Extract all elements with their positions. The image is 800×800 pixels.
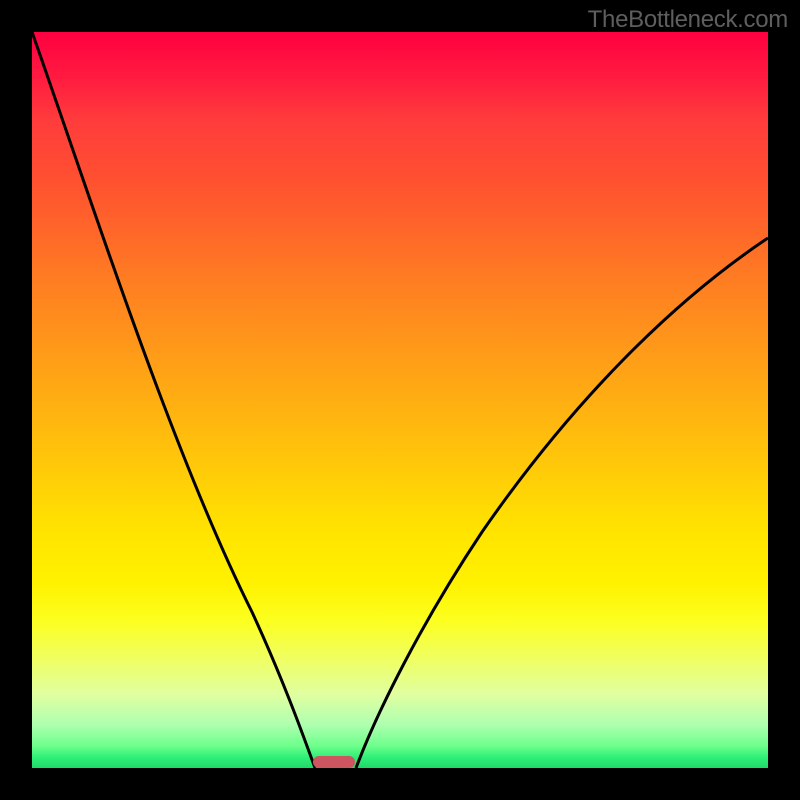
bottleneck-marker	[313, 756, 355, 768]
left-curve-line	[32, 32, 315, 768]
right-curve-line	[356, 238, 768, 768]
curves-svg	[32, 32, 768, 768]
plot-area	[32, 32, 768, 768]
watermark-text: TheBottleneck.com	[588, 6, 788, 34]
